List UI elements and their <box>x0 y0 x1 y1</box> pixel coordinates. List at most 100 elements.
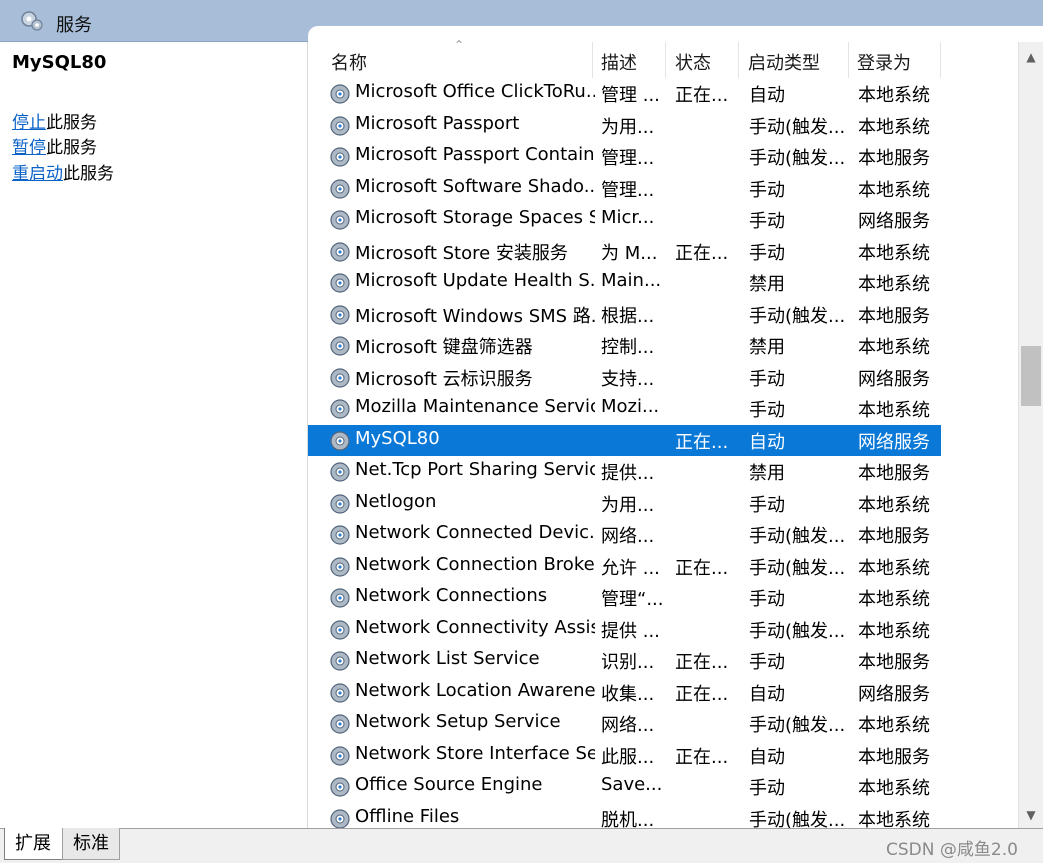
service-gear-icon <box>328 271 352 295</box>
sort-up-icon: ⌃ <box>454 38 465 52</box>
service-log-on-as: 网络服务 <box>858 683 930 705</box>
table-row[interactable]: Microsoft Passport Container 管理... 手动(触发..… <box>308 141 941 173</box>
table-row[interactable]: Microsoft Software Shado... 管理... 手动 本地系统 <box>308 173 941 205</box>
service-description: 为用... <box>601 116 655 138</box>
table-row[interactable]: Microsoft Passport 为用... 手动(触发... 本地系统 <box>308 110 941 142</box>
column-status[interactable]: 状态 <box>675 49 711 75</box>
service-gear-icon <box>328 681 352 705</box>
table-row[interactable]: Microsoft Office ClickToRu... 管理 ... 正在...… <box>308 78 941 110</box>
tab-standard[interactable]: 标准 <box>62 828 120 860</box>
table-row[interactable]: Mozilla Maintenance Service Mozi... 手动 本地系统 <box>308 393 941 425</box>
stop-service-link[interactable]: 停止 <box>12 113 46 133</box>
scroll-down-icon[interactable]: ▼ <box>1019 804 1043 826</box>
service-log-on-as: 本地服务 <box>858 148 930 169</box>
table-row[interactable]: Network Connected Devic... 网络... 手动(触发... 本… <box>308 519 941 551</box>
table-row[interactable]: Network List Service 识别... 正在... 手动 本地服务 <box>308 645 941 677</box>
service-status: 正在... <box>675 652 729 673</box>
table-row[interactable]: Netlogon 为用... 手动 本地系统 <box>308 488 941 520</box>
service-log-on-as: 本地系统 <box>858 778 930 799</box>
service-log-on-as: 网络服务 <box>858 368 930 390</box>
service-log-on-as: 本地系统 <box>858 620 930 642</box>
service-description: 网络... <box>601 526 655 547</box>
action-pause: 暂停此服务 <box>12 133 97 158</box>
table-row[interactable]: Net.Tcp Port Sharing Service 提供... 禁用 本地服务 <box>308 456 941 488</box>
service-gear-icon <box>328 807 352 831</box>
service-startup-type: 自动 <box>749 683 785 705</box>
service-log-on-as: 本地服务 <box>858 746 930 768</box>
column-divider[interactable] <box>940 42 941 78</box>
column-log-on-as[interactable]: 登录为 <box>857 49 911 75</box>
service-name: Microsoft Update Health S... <box>355 270 595 291</box>
table-row[interactable]: Microsoft 云标识服务 支持... 手动 网络服务 <box>308 362 941 394</box>
service-name: Microsoft Office ClickToRu... <box>355 81 595 102</box>
services-list: ⌃ 名称 描述 状态 启动类型 登录为 Microsoft Office Cli… <box>308 38 1043 831</box>
service-description: 管理... <box>601 179 655 201</box>
service-log-on-as: 本地系统 <box>858 494 930 516</box>
table-row[interactable]: Microsoft Store 安装服务 为 M... 正在... 手动 本地系统 <box>308 236 941 268</box>
table-row[interactable]: Network Setup Service 网络... 手动(触发... 本地系统 <box>308 708 941 740</box>
service-name: Microsoft 云标识服务 <box>355 368 533 390</box>
service-startup-type: 手动 <box>749 211 785 232</box>
vertical-scrollbar[interactable]: ▲ ▼ <box>1018 42 1043 828</box>
restart-service-link[interactable]: 重启动 <box>12 164 63 184</box>
service-description: Main... <box>601 270 662 291</box>
scroll-thumb[interactable] <box>1021 346 1041 406</box>
table-row[interactable]: Network Connectivity Assis... 提供 ... 手动(触发… <box>308 614 941 646</box>
restart-suffix: 此服务 <box>63 164 114 184</box>
column-description[interactable]: 描述 <box>601 49 637 75</box>
service-startup-type: 手动(触发... <box>749 526 846 547</box>
table-row[interactable]: MySQL80 正在... 自动 网络服务 <box>308 424 941 456</box>
table-row[interactable]: Network Connections 管理“... 手动 本地系统 <box>308 582 941 614</box>
service-description: 识别... <box>601 652 655 673</box>
service-log-on-as: 本地服务 <box>858 463 930 484</box>
column-divider[interactable] <box>848 42 849 78</box>
column-header-row: ⌃ 名称 描述 状态 启动类型 登录为 <box>308 38 948 78</box>
service-log-on-as: 网络服务 <box>858 211 930 232</box>
service-gear-icon <box>328 208 352 232</box>
service-name: MySQL80 <box>355 427 440 449</box>
service-gear-icon <box>328 366 352 390</box>
service-description: 此服... <box>601 746 655 768</box>
column-name[interactable]: 名称 <box>331 49 367 75</box>
column-divider[interactable] <box>665 42 666 78</box>
tab-extended[interactable]: 扩展 <box>4 828 64 860</box>
service-log-on-as: 本地系统 <box>858 179 930 201</box>
scroll-up-icon[interactable]: ▲ <box>1019 46 1043 68</box>
service-gear-icon <box>328 744 352 768</box>
window-header: 服务 <box>0 0 1043 44</box>
table-row[interactable]: Network Store Interface Se... 此服... 正在... 自… <box>308 740 941 772</box>
service-name: Microsoft Store 安装服务 <box>355 242 568 264</box>
service-name: Network Store Interface Se... <box>355 742 595 764</box>
service-status: 正在... <box>675 683 729 705</box>
service-gear-icon <box>328 460 352 484</box>
service-name: Network Connected Devic... <box>355 522 595 543</box>
table-row[interactable]: Microsoft Storage Spaces S... Micr... 手动 网络… <box>308 204 941 236</box>
table-row[interactable]: Microsoft Update Health S... Main... 禁用 本地系… <box>308 267 941 299</box>
service-name: Network Setup Service <box>355 711 561 732</box>
column-divider[interactable] <box>738 42 739 78</box>
service-gear-icon <box>328 712 352 736</box>
extended-description-panel: MySQL80 停止此服务 暂停此服务 重启动此服务 <box>0 42 308 828</box>
watermark: CSDN @咸鱼2.0 <box>886 840 1018 860</box>
service-log-on-as: 本地系统 <box>858 400 930 421</box>
service-name: Network Connectivity Assis... <box>355 616 595 638</box>
column-startup-type[interactable]: 启动类型 <box>748 49 820 75</box>
service-startup-type: 手动(触发... <box>749 620 846 642</box>
service-startup-type: 自动 <box>749 431 785 453</box>
service-description: 支持... <box>601 368 655 390</box>
service-name: Microsoft Software Shado... <box>355 175 595 197</box>
service-gear-icon <box>328 177 352 201</box>
table-row[interactable]: Office Source Engine Save... 手动 本地系统 <box>308 771 941 803</box>
service-gear-icon <box>328 334 352 358</box>
service-startup-type: 手动(触发... <box>749 148 846 169</box>
service-startup-type: 手动 <box>749 589 785 610</box>
table-row[interactable]: Network Location Awarene... 收集... 正在... 自动 网… <box>308 677 941 709</box>
service-startup-type: 手动(触发... <box>749 557 846 579</box>
table-row[interactable]: Network Connection Broker 允许 ... 正在... 手动(触… <box>308 551 941 583</box>
service-startup-type: 手动 <box>749 242 785 264</box>
column-divider[interactable] <box>592 42 593 78</box>
table-row[interactable]: Microsoft Windows SMS 路... 根据... 手动(触发... 本… <box>308 299 941 331</box>
service-gear-icon <box>328 145 352 169</box>
pause-service-link[interactable]: 暂停 <box>12 138 46 158</box>
table-row[interactable]: Microsoft 键盘筛选器 控制... 禁用 本地系统 <box>308 330 941 362</box>
